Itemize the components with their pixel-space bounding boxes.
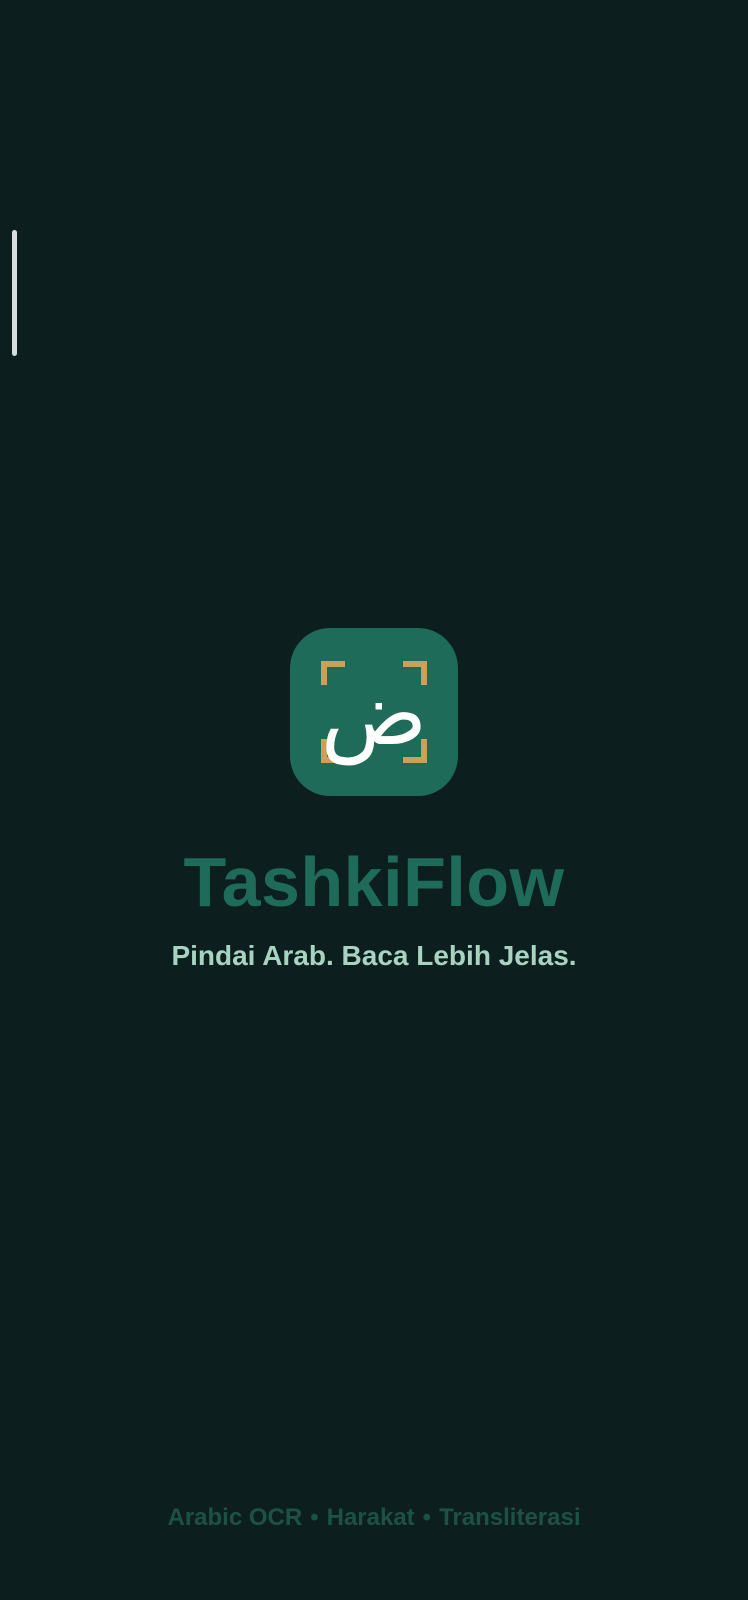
splash-screen: ض TashkiFlow Pindai Arab. Baca Lebih Jel… <box>0 0 748 1600</box>
feature-item-arabic-ocr: Arabic OCR <box>167 1504 303 1531</box>
feature-item-transliterasi: Transliterasi <box>439 1504 581 1531</box>
separator-dot: • <box>422 1504 432 1531</box>
arabic-letter-glyph: ض <box>320 662 428 765</box>
edge-drag-handle[interactable] <box>12 230 17 356</box>
feature-item-harakat: Harakat <box>326 1504 415 1531</box>
app-tagline: Pindai Arab. Baca Lebih Jelas. <box>171 940 577 971</box>
feature-list: Arabic OCR • Harakat • Transliterasi <box>0 1502 748 1534</box>
app-title: TashkiFlow <box>183 843 565 921</box>
separator-dot: • <box>310 1504 319 1531</box>
app-logo-icon: ض <box>290 628 458 796</box>
